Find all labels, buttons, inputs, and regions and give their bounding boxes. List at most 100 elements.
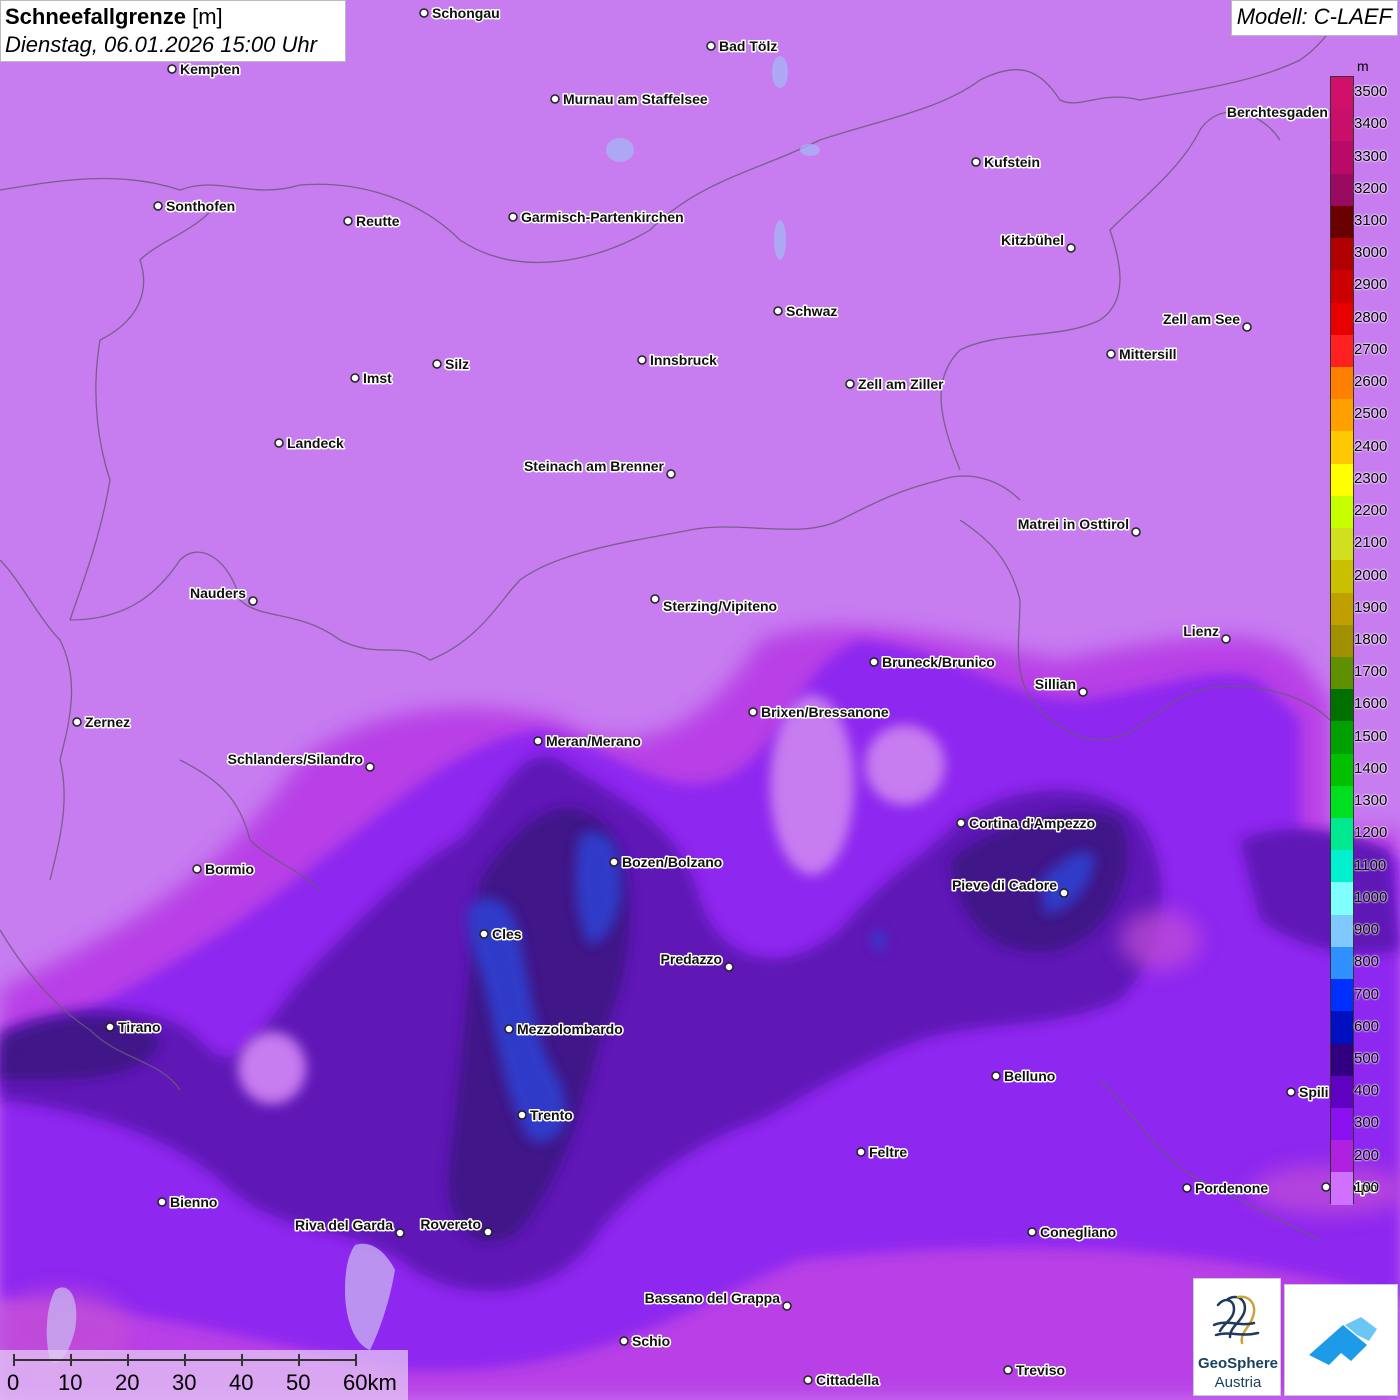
city-dot — [192, 864, 202, 874]
city-dot — [153, 201, 163, 211]
legend-swatch — [1331, 366, 1353, 400]
city-label: Bienno — [170, 1194, 217, 1210]
city-label: Kufstein — [984, 154, 1040, 170]
city-dot — [1078, 687, 1088, 697]
city-label: Pordenone — [1195, 1180, 1268, 1196]
legend-color-bar — [1330, 76, 1354, 1205]
city-label: Matrei in Osttirol — [1018, 516, 1129, 532]
city-dot — [1286, 1087, 1296, 1097]
city-label: Feltre — [869, 1144, 907, 1160]
city-dot — [1106, 349, 1116, 359]
city-marker: Cittadella — [803, 1371, 881, 1390]
title-text: Schneefallgrenze — [5, 4, 186, 29]
city-label: Trento — [530, 1107, 573, 1123]
legend-label: 2400 — [1354, 437, 1388, 455]
legend-swatch — [1331, 463, 1353, 496]
city-dot — [1059, 888, 1069, 898]
city-marker: Cortina d'Ampezzo — [956, 814, 1097, 833]
city-label: Innsbruck — [650, 352, 717, 368]
legend-label: 1800 — [1354, 631, 1388, 648]
legend-label: 2800 — [1354, 308, 1388, 326]
city-marker: Bruneck/Brunico — [869, 653, 996, 672]
city-dot — [479, 929, 489, 939]
city-dot — [504, 1024, 514, 1034]
legend-label: 3000 — [1354, 244, 1388, 262]
scale-label: 50 — [286, 1370, 311, 1395]
legend-swatch — [1331, 399, 1353, 432]
city-dot — [856, 1147, 866, 1157]
legend-swatch — [1331, 270, 1353, 303]
legend-swatch — [1331, 882, 1353, 915]
legend-swatch — [1331, 1172, 1353, 1205]
city-dot — [782, 1301, 792, 1311]
legend-swatch — [1331, 141, 1353, 174]
scale-label: 10 — [58, 1370, 83, 1395]
city-dot — [724, 962, 734, 972]
city-label: Cittadella — [816, 1372, 879, 1388]
scale-label: 0 — [7, 1370, 20, 1395]
city-dot — [350, 373, 360, 383]
legend-swatch — [1331, 334, 1353, 367]
city-label: Riva del Garda — [295, 1217, 393, 1233]
legend-swatch — [1331, 721, 1353, 754]
city-label: Zell am See — [1163, 311, 1240, 327]
legend-label: 2700 — [1354, 340, 1388, 358]
city-dot — [956, 818, 966, 828]
city-label: Reutte — [356, 213, 400, 229]
legend-swatch — [1331, 592, 1353, 625]
city-marker: Bozen/Bolzano — [609, 853, 724, 872]
city-label: Schio — [632, 1333, 670, 1349]
legend-swatch — [1331, 850, 1353, 883]
city-label: Sterzing/Vipiteno — [663, 598, 777, 614]
city-label: Conegliano — [1040, 1224, 1116, 1240]
model-label: Modell: C-LAEF — [1230, 0, 1398, 36]
city-dot — [971, 157, 981, 167]
legend-label: 400 — [1354, 1082, 1380, 1100]
map-title: Schneefallgrenze [m] — [5, 3, 341, 31]
legend-label: 1400 — [1354, 759, 1388, 777]
city-label: Silz — [445, 356, 469, 372]
city-label: Lienz — [1183, 623, 1219, 639]
city-label: Cortina d'Ampezzo — [969, 815, 1095, 831]
legend-swatch — [1331, 560, 1353, 593]
legend-label: 2500 — [1354, 405, 1388, 423]
city-label: Tirano — [118, 1019, 161, 1035]
city-label: Steinach am Brenner — [524, 458, 665, 474]
legend-swatch — [1331, 689, 1353, 722]
city-dot — [517, 1110, 527, 1120]
city-dot — [72, 717, 82, 727]
city-dot — [869, 657, 879, 667]
city-label: Nauders — [190, 585, 246, 601]
city-marker: Brixen/Bressanone — [748, 703, 890, 722]
city-label: Treviso — [1016, 1362, 1065, 1378]
legend-label: 900 — [1354, 921, 1380, 939]
legend-swatch — [1331, 77, 1353, 110]
city-label: Imst — [363, 370, 392, 386]
legend-swatch — [1331, 753, 1353, 786]
city-dot — [508, 212, 518, 222]
legend-label: 600 — [1354, 1017, 1380, 1035]
city-dot — [650, 594, 660, 604]
legend-swatch — [1331, 946, 1353, 980]
legend-swatch — [1331, 1043, 1353, 1076]
city-dot — [157, 1197, 167, 1207]
city-dot — [105, 1022, 115, 1032]
city-label: Schwaz — [786, 303, 837, 319]
legend-label: 200 — [1354, 1146, 1380, 1164]
city-dot — [773, 306, 783, 316]
legend-swatch — [1331, 1108, 1353, 1141]
app-logo — [1284, 1284, 1398, 1396]
city-label: Rovereto — [420, 1216, 481, 1232]
city-dot — [748, 707, 758, 717]
legend-swatch — [1331, 173, 1353, 206]
city-marker: Meran/Merano — [533, 732, 642, 751]
city-marker: Murnau am Staffelsee — [550, 90, 709, 109]
city-dot — [167, 64, 177, 74]
city-label: Bad Tölz — [719, 38, 777, 54]
city-marker: Conegliano — [1027, 1223, 1118, 1242]
city-label: Belluno — [1004, 1068, 1055, 1084]
city-label: Mezzolombardo — [517, 1021, 623, 1037]
city-marker: Schongau — [419, 4, 501, 23]
city-label: Sonthofen — [166, 198, 235, 214]
city-label: Landeck — [287, 435, 344, 451]
